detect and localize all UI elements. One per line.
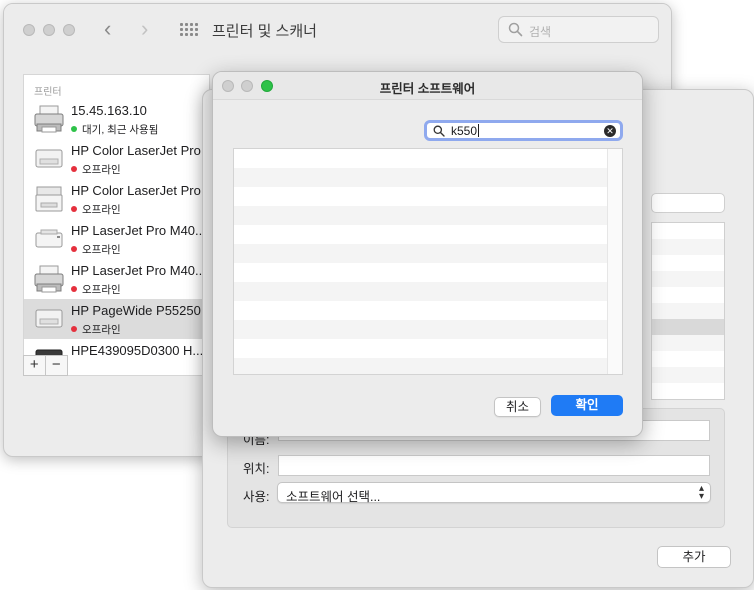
printer-list: 프린터 15.45.163.10 대기, 최근 사용됨 HP Color Las… bbox=[23, 74, 210, 376]
printer-item[interactable]: HP LaserJet Pro M40... 오프라인 bbox=[24, 259, 209, 299]
printer-list-buttons: + − bbox=[23, 355, 68, 376]
chevron-updown-icon: ▴ ▾ bbox=[698, 483, 704, 502]
status-dot bbox=[71, 166, 77, 172]
printer-name: 15.45.163.10 bbox=[71, 103, 147, 118]
printer-name: HP PageWide P55250 bbox=[71, 303, 201, 318]
status-text: 오프라인 bbox=[82, 284, 121, 296]
window-title: 프린터 및 스캐너 bbox=[212, 23, 317, 40]
status-dot bbox=[71, 126, 77, 132]
printer-name: HP Color LaserJet Pro bbox=[71, 183, 201, 198]
dialog-titlebar: 프린터 소프트웨어 bbox=[213, 72, 642, 100]
status-text: 오프라인 bbox=[82, 244, 121, 256]
search-field[interactable]: 검색 bbox=[498, 16, 659, 43]
window-toolbar: ‹ › 프린터 및 스캐너 검색 bbox=[4, 4, 671, 56]
software-list-scrollbar[interactable] bbox=[607, 149, 622, 374]
printer-status: 오프라인 bbox=[71, 242, 121, 257]
printer-name: HP Color LaserJet Pro bbox=[71, 143, 201, 158]
cancel-button[interactable]: 취소 bbox=[494, 397, 541, 417]
printer-status: 오프라인 bbox=[71, 322, 121, 337]
search-text: k550 bbox=[451, 124, 478, 138]
printer-item[interactable]: 15.45.163.10 대기, 최근 사용됨 bbox=[24, 99, 209, 139]
magnifier-icon bbox=[508, 22, 523, 37]
printer-item[interactable]: HP Color LaserJet Pro 오프라인 bbox=[24, 139, 209, 179]
dialog-title: 프린터 소프트웨어 bbox=[379, 82, 476, 96]
status-dot bbox=[71, 286, 77, 292]
software-search-value: k550 bbox=[451, 124, 480, 138]
printer-status: 대기, 최근 사용됨 bbox=[71, 122, 158, 137]
status-dot bbox=[71, 206, 77, 212]
printer-name: HP LaserJet Pro M40... bbox=[71, 223, 206, 238]
software-search-field[interactable]: k550 ✕ bbox=[424, 120, 623, 141]
chevron-right-icon[interactable]: › bbox=[141, 18, 148, 40]
status-text: 오프라인 bbox=[82, 324, 121, 336]
printer-icon bbox=[34, 105, 64, 133]
ok-button[interactable]: 확인 bbox=[551, 395, 623, 416]
location-field[interactable] bbox=[278, 455, 710, 476]
search-placeholder: 검색 bbox=[529, 25, 552, 39]
add-printer-list[interactable] bbox=[651, 222, 725, 400]
printer-software-dialog: 프린터 소프트웨어 k550 ✕ 취소 확인 bbox=[212, 71, 643, 437]
driver-select-value: 소프트웨어 선택... bbox=[286, 490, 381, 504]
printer-status: 오프라인 bbox=[71, 282, 121, 297]
printer-icon bbox=[35, 309, 63, 328]
chevron-left-icon[interactable]: ‹ bbox=[104, 18, 111, 40]
printer-name: HP LaserJet Pro M40... bbox=[71, 263, 206, 278]
printer-icon bbox=[34, 265, 64, 293]
magnifier-icon bbox=[433, 125, 445, 137]
add-button[interactable]: 추가 bbox=[657, 546, 731, 568]
status-dot bbox=[71, 326, 77, 332]
printer-name: HPE439095D0300 H... bbox=[71, 343, 204, 358]
add-printer-search-field[interactable] bbox=[651, 193, 725, 213]
printer-item[interactable]: HP Color LaserJet Pro 오프라인 bbox=[24, 179, 209, 219]
use-label: 사용: bbox=[243, 490, 270, 504]
printer-status: 오프라인 bbox=[71, 202, 121, 217]
location-label: 위치: bbox=[243, 462, 270, 476]
clear-search-icon[interactable]: ✕ bbox=[604, 125, 616, 137]
printer-list-heading: 프린터 bbox=[34, 87, 62, 98]
grid-icon[interactable] bbox=[180, 23, 198, 37]
minimize-window-button[interactable] bbox=[43, 24, 55, 36]
printer-icon bbox=[35, 229, 63, 248]
driver-select[interactable]: 소프트웨어 선택... ▴ ▾ bbox=[277, 482, 711, 504]
add-printer-button[interactable]: + bbox=[24, 356, 46, 375]
status-text: 오프라인 bbox=[82, 204, 121, 216]
printer-item[interactable]: HP LaserJet Pro M40... 오프라인 bbox=[24, 219, 209, 259]
printer-icon bbox=[35, 186, 63, 212]
status-text: 대기, 최근 사용됨 bbox=[82, 124, 159, 136]
zoom-window-button[interactable] bbox=[63, 24, 75, 36]
status-dot bbox=[71, 246, 77, 252]
printer-item-selected[interactable]: HP PageWide P55250 오프라인 bbox=[24, 299, 209, 339]
remove-printer-button[interactable]: − bbox=[46, 356, 67, 375]
close-window-button[interactable] bbox=[23, 24, 35, 36]
text-caret bbox=[478, 124, 480, 137]
status-text: 오프라인 bbox=[82, 164, 121, 176]
printer-status: 오프라인 bbox=[71, 162, 121, 177]
software-list[interactable] bbox=[233, 148, 623, 375]
printer-icon bbox=[35, 149, 63, 168]
